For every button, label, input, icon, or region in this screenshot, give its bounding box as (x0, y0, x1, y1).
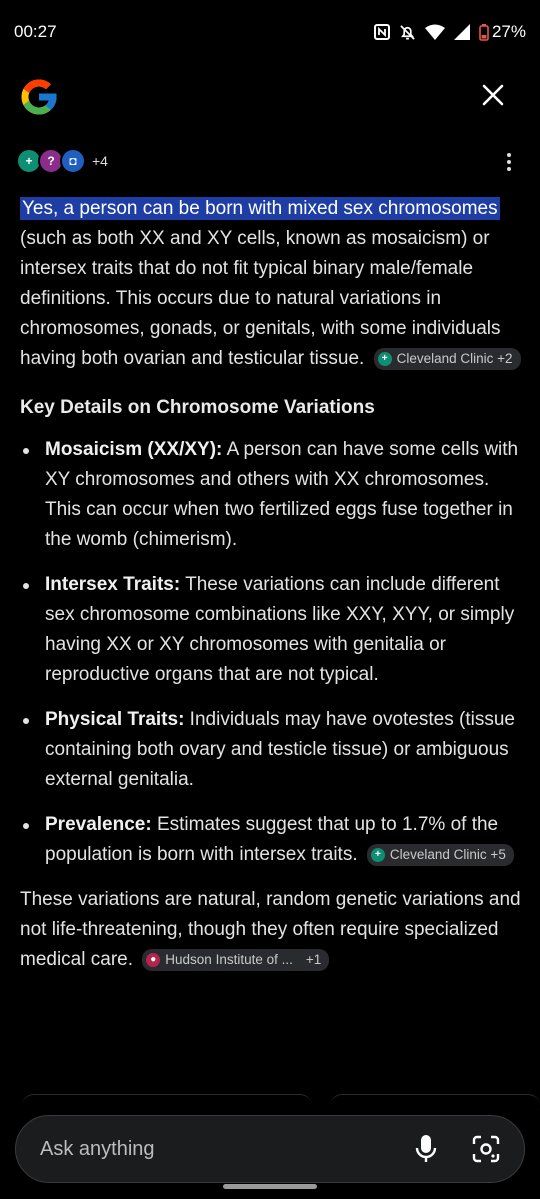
answer-intro: Yes, a person can be born with mixed sex… (20, 194, 525, 374)
bell-off-icon (400, 24, 415, 40)
close-button[interactable] (478, 80, 508, 110)
details-list: Mosaicism (XX/XY): A person can have som… (20, 435, 525, 870)
suggestion-chip[interactable] (22, 1094, 312, 1107)
bullet-title: Prevalence: (45, 814, 152, 835)
cleveland-clinic-icon: + (377, 351, 392, 366)
list-item: Physical Traits: Individuals may have ov… (20, 705, 525, 795)
citation-chip[interactable]: + Cleveland Clinic +2 (373, 347, 521, 370)
citation-chip-label: Cleveland Clinic +2 (396, 350, 513, 366)
status-bar: 00:27 27% (0, 0, 540, 64)
ask-bar: Ask anything (15, 1115, 525, 1183)
suggestion-chip[interactable] (330, 1094, 540, 1107)
source-favicon-3: ◘ (60, 148, 86, 174)
section-heading: Key Details on Chromosome Variations (20, 397, 375, 418)
list-item: Prevalence: Estimates suggest that up to… (20, 810, 525, 870)
hudson-institute-icon: ● (146, 952, 161, 967)
lens-icon[interactable] (470, 1133, 502, 1165)
nfc-icon (373, 24, 390, 40)
bullet-title: Physical Traits: (45, 709, 185, 730)
battery-icon (479, 23, 489, 41)
list-item: Intersex Traits: These variations can in… (20, 570, 525, 690)
highlighted-text: Yes, a person can be born with mixed sex… (20, 197, 500, 220)
more-vert-icon (507, 153, 511, 157)
bullet-title: Intersex Traits: (45, 574, 181, 595)
ai-answer: Yes, a person can be born with mixed sex… (20, 194, 525, 975)
bullet-title: Mosaicism (XX/XY): (45, 439, 223, 460)
sources-row[interactable]: + ? ◘ +4 (16, 146, 108, 176)
citation-chip[interactable]: ● Hudson Institute of ... +1 (142, 948, 330, 971)
wifi-icon (424, 24, 445, 40)
citation-chip-label: Hudson Institute of ... (165, 951, 293, 967)
sources-count: +4 (92, 153, 108, 169)
list-item: Mosaicism (XX/XY): A person can have som… (20, 435, 525, 555)
citation-chip-count: +1 (305, 951, 322, 967)
citation-chip-label: Cleveland Clinic +5 (389, 846, 506, 862)
google-logo (21, 79, 57, 115)
battery-level: 27% (491, 22, 526, 41)
cleveland-clinic-icon: + (370, 847, 385, 862)
signal-icon (453, 24, 470, 40)
status-icons: 27% (373, 22, 526, 42)
top-bar (0, 64, 540, 128)
answer-closing: These variations are natural, random gen… (20, 885, 525, 975)
ask-input[interactable]: Ask anything (40, 1116, 400, 1182)
more-options-button[interactable] (498, 150, 520, 174)
status-time: 00:27 (14, 22, 57, 41)
citation-chip[interactable]: + Cleveland Clinic +5 (366, 843, 514, 866)
mic-icon[interactable] (412, 1133, 440, 1165)
gesture-bar (223, 1184, 317, 1189)
